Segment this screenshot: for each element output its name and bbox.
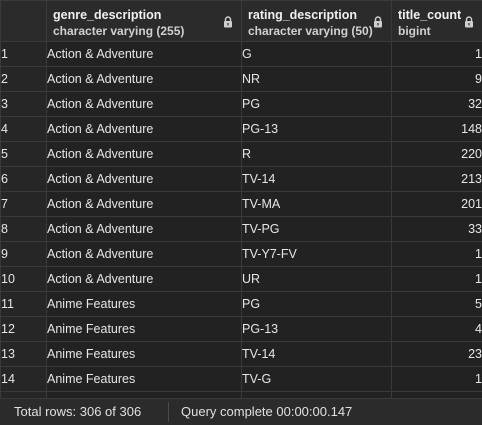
title-count-cell[interactable]: 9 [391,66,482,92]
table-row[interactable]: 9 Action & Adventure TV-Y7-FV 1 [0,241,482,267]
status-bar: Total rows: 306 of 306 Query complete 00… [0,398,482,425]
title-count-cell[interactable]: 5 [391,291,482,317]
column-header-rating-description[interactable]: rating_description character varying (50… [241,0,392,42]
rating-cell[interactable]: PG-13 [241,116,392,142]
lock-icon [374,16,382,28]
table-row[interactable]: 4 Action & Adventure PG-13 148 [0,116,482,142]
row-number[interactable]: 8 [0,216,47,242]
table-row[interactable]: 3 Action & Adventure PG 32 [0,91,482,117]
rating-cell[interactable]: PG-13 [241,316,392,342]
row-number-header[interactable] [0,0,47,42]
column-type: character varying (50) [248,24,373,38]
table-row[interactable]: 12 Anime Features PG-13 4 [0,316,482,342]
rating-cell[interactable]: TV-G [241,366,392,392]
title-count-cell[interactable]: 1 [391,41,482,67]
row-number[interactable]: 5 [0,141,47,167]
title-count-cell[interactable]: 213 [391,166,482,192]
table-row[interactable]: 1 Action & Adventure G 1 [0,41,482,67]
title-count-cell[interactable]: 148 [391,116,482,142]
results-grid: genre_description character varying (255… [0,0,482,398]
row-number[interactable]: 4 [0,116,47,142]
column-name: title_count [398,8,462,22]
column-name: genre_description [53,8,162,22]
genre-cell[interactable]: Action & Adventure [46,191,242,217]
rating-cell[interactable]: PG [241,291,392,317]
genre-cell[interactable]: Anime Features [46,291,242,317]
row-number[interactable]: 12 [0,316,47,342]
table-row[interactable]: 6 Action & Adventure TV-14 213 [0,166,482,192]
lock-icon [465,16,473,28]
title-count-cell[interactable]: 1 [391,266,482,292]
row-number[interactable]: 14 [0,366,47,392]
genre-cell[interactable]: Anime Features [46,316,242,342]
row-number[interactable]: 2 [0,66,47,92]
status-divider [168,402,169,422]
rating-cell[interactable]: TV-MA [241,191,392,217]
genre-cell[interactable]: Action & Adventure [46,141,242,167]
title-count-cell[interactable]: 4 [391,316,482,342]
data-output-table: genre_description character varying (255… [0,0,482,398]
table-row[interactable]: 8 Action & Adventure TV-PG 33 [0,216,482,242]
column-type: bigint [398,24,431,38]
row-number[interactable]: 9 [0,241,47,267]
rating-cell[interactable]: UR [241,266,392,292]
row-number[interactable]: 13 [0,341,47,367]
rating-cell[interactable]: TV-14 [241,341,392,367]
row-number[interactable]: 10 [0,266,47,292]
title-count-cell[interactable]: 33 [391,216,482,242]
genre-cell[interactable]: Action & Adventure [46,66,242,92]
genre-cell[interactable]: Anime Features [46,341,242,367]
rating-cell[interactable]: TV-PG [241,216,392,242]
rating-cell[interactable]: NR [241,66,392,92]
title-count-cell[interactable]: 1 [391,241,482,267]
title-count-cell[interactable]: 1 [391,366,482,392]
column-header-genre-description[interactable]: genre_description character varying (255… [46,0,242,42]
genre-cell[interactable]: Action & Adventure [46,216,242,242]
rating-cell[interactable]: TV-14 [241,166,392,192]
total-rows-label: Total rows: 306 of 306 [14,404,142,419]
title-count-cell[interactable]: 220 [391,141,482,167]
rating-cell[interactable]: TV-Y7-FV [241,241,392,267]
title-count-cell[interactable]: 23 [391,341,482,367]
genre-cell[interactable]: Anime Features [46,366,242,392]
header-row: genre_description character varying (255… [0,0,482,42]
row-number[interactable]: 11 [0,291,47,317]
genre-cell[interactable]: Action & Adventure [46,241,242,267]
query-status-label: Query complete 00:00:00.147 [181,404,353,419]
genre-cell[interactable]: Action & Adventure [46,91,242,117]
column-name: rating_description [248,8,358,22]
title-count-cell[interactable]: 32 [391,91,482,117]
column-header-title-count[interactable]: title_count bigint [391,0,482,42]
rating-cell[interactable]: PG [241,91,392,117]
row-number[interactable]: 7 [0,191,47,217]
table-row[interactable]: 2 Action & Adventure NR 9 [0,66,482,92]
table-row[interactable]: 10 Action & Adventure UR 1 [0,266,482,292]
table-row[interactable]: 13 Anime Features TV-14 23 [0,341,482,367]
title-count-cell[interactable]: 201 [391,191,482,217]
rating-cell[interactable]: R [241,141,392,167]
lock-icon [224,16,232,28]
genre-cell[interactable]: Action & Adventure [46,41,242,67]
row-number[interactable]: 1 [0,41,47,67]
genre-cell[interactable]: Action & Adventure [46,116,242,142]
table-row[interactable]: 5 Action & Adventure R 220 [0,141,482,167]
genre-cell[interactable]: Action & Adventure [46,166,242,192]
table-row[interactable]: 7 Action & Adventure TV-MA 201 [0,191,482,217]
row-number[interactable]: 3 [0,91,47,117]
table-row[interactable]: 11 Anime Features PG 5 [0,291,482,317]
rating-cell[interactable]: G [241,41,392,67]
row-number[interactable]: 6 [0,166,47,192]
genre-cell[interactable]: Action & Adventure [46,266,242,292]
column-type: character varying (255) [53,24,185,38]
table-row[interactable]: 14 Anime Features TV-G 1 [0,366,482,392]
